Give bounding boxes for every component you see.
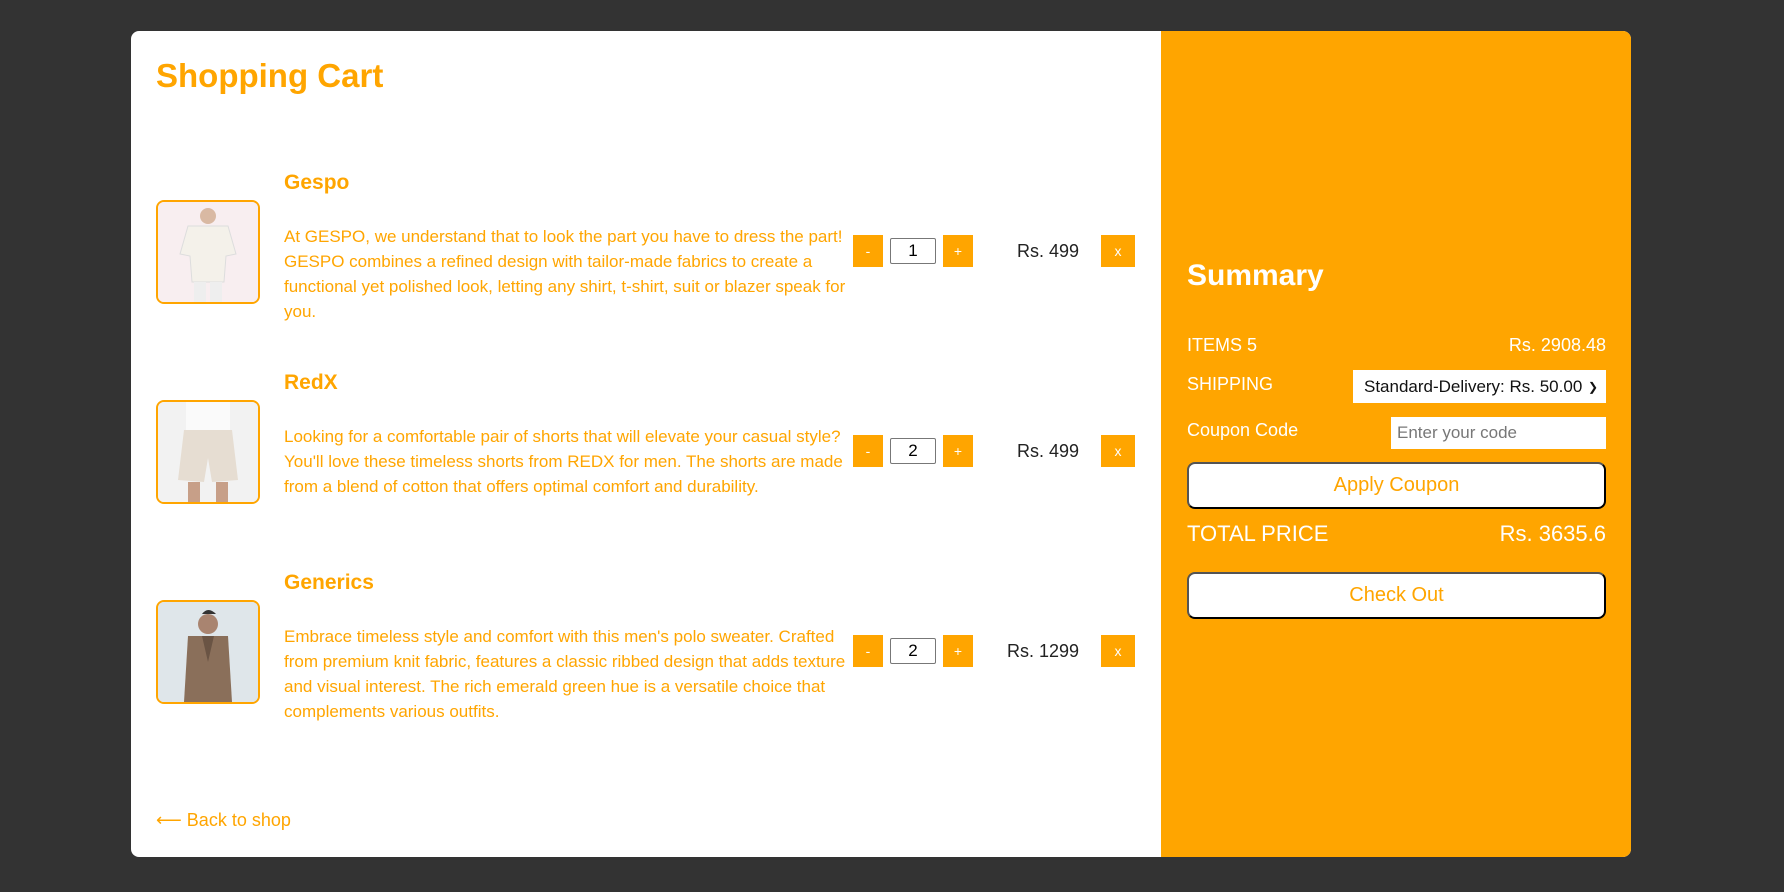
cart-panel: Shopping Cart Gespo At GESPO, we underst… [131,31,1161,857]
remove-item-button[interactable]: x [1101,235,1135,267]
shipping-label: SHIPPING [1187,374,1274,394]
decrease-quantity-button[interactable]: - [853,435,883,467]
summary-title: Summary [1187,259,1324,292]
product-name: Gespo [284,171,350,194]
cart-item: Generics Embrace timeless style and comf… [131,571,1161,741]
shipping-row: SHIPPING [1187,374,1347,395]
decrease-quantity-button[interactable]: - [853,235,883,267]
product-description: Looking for a comfortable pair of shorts… [284,427,843,496]
summary-panel: Summary ITEMS 5 Rs. 2908.48 SHIPPING Sta… [1161,31,1631,857]
apply-coupon-button[interactable]: Apply Coupon [1187,462,1606,509]
increase-quantity-button[interactable]: + [943,435,973,467]
coupon-row: Coupon Code [1187,420,1347,441]
quantity-input[interactable] [890,238,936,264]
product-description: Embrace timeless style and comfort with … [284,627,846,721]
quantity-input[interactable] [890,438,936,464]
total-label: TOTAL PRICE [1187,521,1329,546]
decrease-quantity-button[interactable]: - [853,635,883,667]
cart-item: RedX Looking for a comfortable pair of s… [131,371,1161,541]
total-row: TOTAL PRICE Rs. 3635.6 [1187,521,1606,547]
page-title: Shopping Cart [156,57,384,94]
coupon-input[interactable] [1391,417,1606,449]
product-image [156,200,260,304]
items-count-label: ITEMS 5 [1187,335,1258,355]
cart-card: Shopping Cart Gespo At GESPO, we underst… [131,31,1631,857]
coupon-label: Coupon Code [1187,420,1299,440]
increase-quantity-button[interactable]: + [943,235,973,267]
remove-item-button[interactable]: x [1101,635,1135,667]
product-image [156,600,260,704]
item-price: Rs. 1299 [1006,641,1079,661]
checkout-button[interactable]: Check Out [1187,572,1606,619]
items-subtotal: Rs. 2908.48 [1508,335,1606,355]
chevron-down-icon: ❯ [1587,379,1598,394]
total-price: Rs. 3635.6 [1499,521,1606,546]
product-name: Generics [284,571,374,594]
item-price: Rs. 499 [1016,241,1079,261]
shipping-selected-option: Standard-Delivery: Rs. 50.00 [1364,376,1583,396]
item-price: Rs. 499 [1016,441,1079,461]
product-name: RedX [284,371,338,394]
increase-quantity-button[interactable]: + [943,635,973,667]
back-to-shop-link[interactable]: ⟵ Back to shop [156,810,291,831]
items-row: ITEMS 5 Rs. 2908.48 [1187,335,1606,356]
product-description: At GESPO, we understand that to look the… [284,227,846,321]
shipping-select[interactable]: Standard-Delivery: Rs. 50.00 ❯ [1353,370,1606,403]
quantity-input[interactable] [890,638,936,664]
product-image [156,400,260,504]
remove-item-button[interactable]: x [1101,435,1135,467]
cart-item: Gespo At GESPO, we understand that to lo… [131,171,1161,341]
